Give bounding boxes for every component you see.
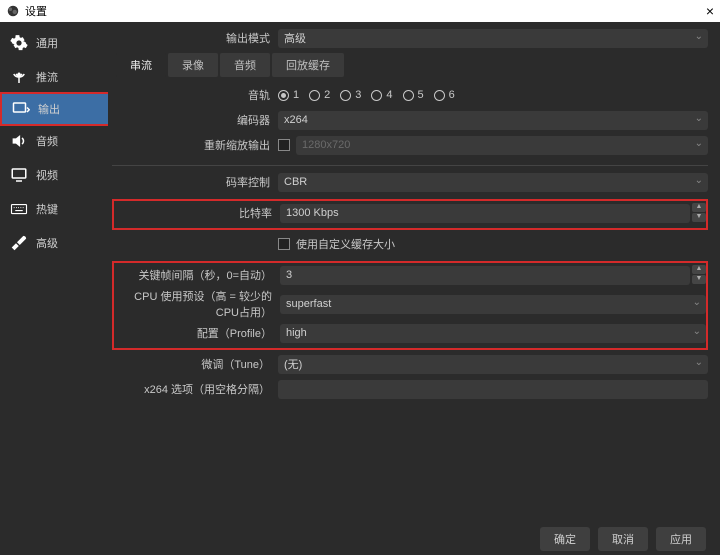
rescale-select[interactable]: 1280x720⌄ — [296, 136, 708, 155]
custom-buffer-label: 使用自定义缓存大小 — [296, 236, 395, 252]
sidebar-item-stream[interactable]: 推流 — [0, 60, 108, 94]
encoder-settings-highlight: 关键帧间隔（秒，0=自动） 3 ▲▼ CPU 使用预设（高 = 较少的 CPU占… — [112, 261, 708, 350]
window-title: 设置 — [25, 3, 47, 19]
sidebar-item-audio[interactable]: 音频 — [0, 124, 108, 158]
sidebar-label: 推流 — [36, 69, 58, 85]
keyframe-input[interactable]: 3 — [280, 266, 690, 285]
chevron-icon: ⌄ — [695, 138, 703, 149]
sidebar-label: 输出 — [38, 101, 60, 117]
dialog-footer: 确定 取消 应用 — [0, 523, 720, 555]
cancel-button[interactable]: 取消 — [598, 527, 648, 551]
cpu-preset-label: CPU 使用预设（高 = 较少的 CPU占用） — [114, 288, 280, 320]
sidebar-item-output[interactable]: 输出 — [0, 92, 108, 126]
radio-track-1[interactable]: 1 — [278, 89, 299, 101]
keyframe-label: 关键帧间隔（秒，0=自动） — [114, 267, 280, 283]
custom-buffer-checkbox[interactable] — [278, 238, 290, 250]
radio-track-6[interactable]: 6 — [434, 89, 455, 101]
audio-track-radios: 1 2 3 4 5 6 — [278, 89, 708, 101]
rate-control-select[interactable]: CBR⌄ — [278, 173, 708, 192]
bitrate-input[interactable]: 1300 Kbps — [280, 204, 690, 223]
sidebar-item-general[interactable]: 通用 — [0, 26, 108, 60]
ok-button[interactable]: 确定 — [540, 527, 590, 551]
content-panel: 输出模式 高级⌄ 串流 录像 音频 回放缓存 音轨 1 2 3 — [108, 22, 720, 523]
chevron-icon: ⌄ — [693, 326, 701, 337]
output-mode-select[interactable]: 高级⌄ — [278, 29, 708, 48]
x264opts-input[interactable] — [278, 380, 708, 399]
tab-record[interactable]: 录像 — [168, 53, 218, 77]
tab-audio[interactable]: 音频 — [220, 53, 270, 77]
tune-label: 微调（Tune） — [112, 356, 278, 372]
sidebar: 通用 推流 输出 音频 视频 热键 — [0, 22, 108, 523]
encoder-label: 编码器 — [112, 112, 278, 128]
chevron-icon: ⌄ — [695, 31, 703, 42]
monitor-icon — [10, 166, 28, 184]
sidebar-label: 音频 — [36, 133, 58, 149]
speaker-icon — [10, 132, 28, 150]
antenna-icon — [10, 68, 28, 86]
radio-track-4[interactable]: 4 — [371, 89, 392, 101]
tools-icon — [10, 234, 28, 252]
divider — [112, 165, 708, 166]
chevron-icon: ⌄ — [695, 175, 703, 186]
bitrate-spinner[interactable]: ▲▼ — [692, 203, 706, 223]
titlebar: 设置 × — [0, 0, 720, 22]
tune-select[interactable]: (无)⌄ — [278, 355, 708, 374]
profile-label: 配置（Profile） — [114, 325, 280, 341]
close-icon[interactable]: × — [706, 3, 714, 19]
sidebar-item-hotkeys[interactable]: 热键 — [0, 192, 108, 226]
chevron-icon: ⌄ — [695, 113, 703, 124]
x264opts-label: x264 选项（用空格分隔） — [112, 381, 278, 397]
cpu-preset-select[interactable]: superfast⌄ — [280, 295, 706, 314]
sidebar-label: 视频 — [36, 167, 58, 183]
app-logo-icon — [6, 4, 20, 18]
sidebar-label: 热键 — [36, 201, 58, 217]
gear-icon — [10, 34, 28, 52]
output-tabs: 串流 录像 音频 回放缓存 — [116, 53, 708, 77]
rescale-checkbox[interactable] — [278, 139, 290, 151]
encoder-select[interactable]: x264⌄ — [278, 111, 708, 130]
chevron-icon: ⌄ — [693, 297, 701, 308]
bitrate-highlight: 比特率 1300 Kbps ▲▼ — [112, 199, 708, 230]
keyframe-spinner[interactable]: ▲▼ — [692, 265, 706, 285]
tab-replay[interactable]: 回放缓存 — [272, 53, 344, 77]
keyboard-icon — [10, 200, 28, 218]
radio-track-3[interactable]: 3 — [340, 89, 361, 101]
tab-stream[interactable]: 串流 — [116, 53, 166, 77]
sidebar-item-video[interactable]: 视频 — [0, 158, 108, 192]
output-mode-label: 输出模式 — [112, 30, 278, 46]
radio-track-2[interactable]: 2 — [309, 89, 330, 101]
profile-select[interactable]: high⌄ — [280, 324, 706, 343]
sidebar-item-advanced[interactable]: 高级 — [0, 226, 108, 260]
bitrate-label: 比特率 — [114, 205, 280, 221]
sidebar-label: 通用 — [36, 35, 58, 51]
rescale-label: 重新缩放输出 — [112, 137, 278, 153]
sidebar-label: 高级 — [36, 235, 58, 251]
chevron-icon: ⌄ — [695, 357, 703, 368]
monitor-arrow-icon — [12, 100, 30, 118]
audio-track-label: 音轨 — [112, 87, 278, 103]
rate-control-label: 码率控制 — [112, 174, 278, 190]
apply-button[interactable]: 应用 — [656, 527, 706, 551]
radio-track-5[interactable]: 5 — [403, 89, 424, 101]
